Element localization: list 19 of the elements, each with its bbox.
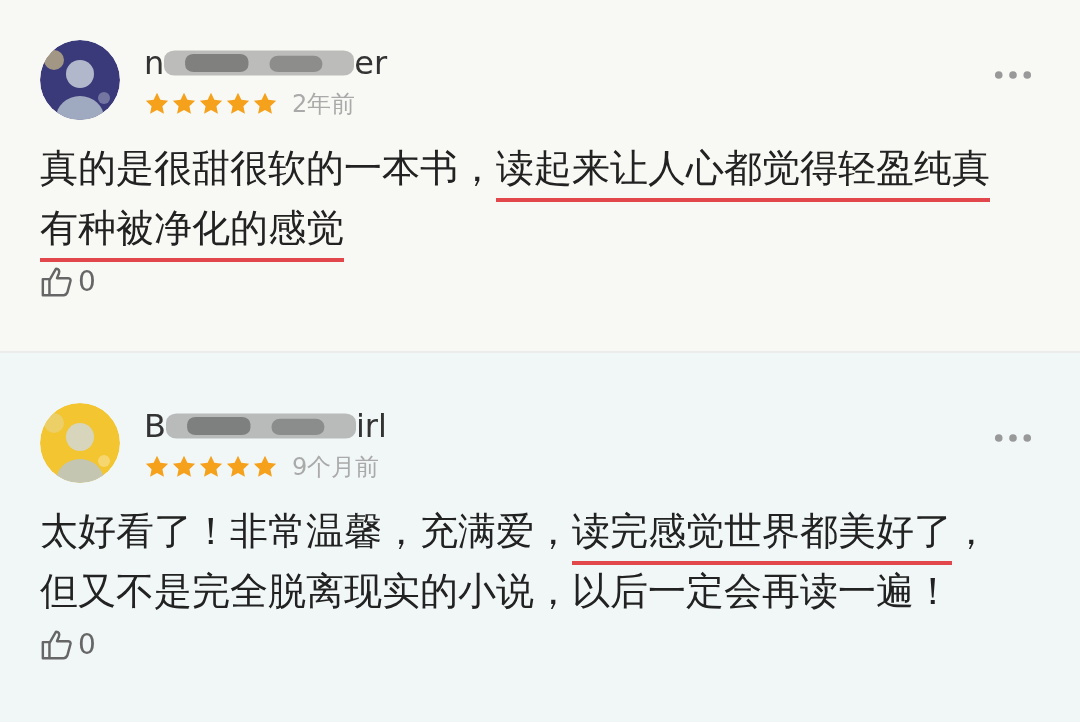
username: irl: [355, 406, 387, 447]
like-count: 0: [78, 264, 96, 298]
star-icon: [252, 454, 278, 480]
username: er: [354, 43, 388, 84]
review-text: 太好看了！非常温馨，充满爱，读完感觉世界都美好了，但又不是完全脱离现实的小说，以后一定会再读一遍！: [40, 508, 991, 615]
star-icon: [144, 91, 170, 117]
review-time: 2年前: [292, 89, 356, 120]
review-time: 9个月前: [292, 452, 380, 483]
star-icon: [171, 454, 197, 480]
like-count: 0: [78, 627, 96, 661]
username: B: [144, 406, 166, 447]
star-icon: [198, 454, 224, 480]
star-icon: [252, 91, 278, 117]
star-icon: [171, 91, 197, 117]
star-icon: [225, 91, 251, 117]
star-icon: [198, 91, 224, 117]
username: n: [144, 43, 165, 84]
star-icon: [144, 454, 170, 480]
star-icon: [225, 454, 251, 480]
